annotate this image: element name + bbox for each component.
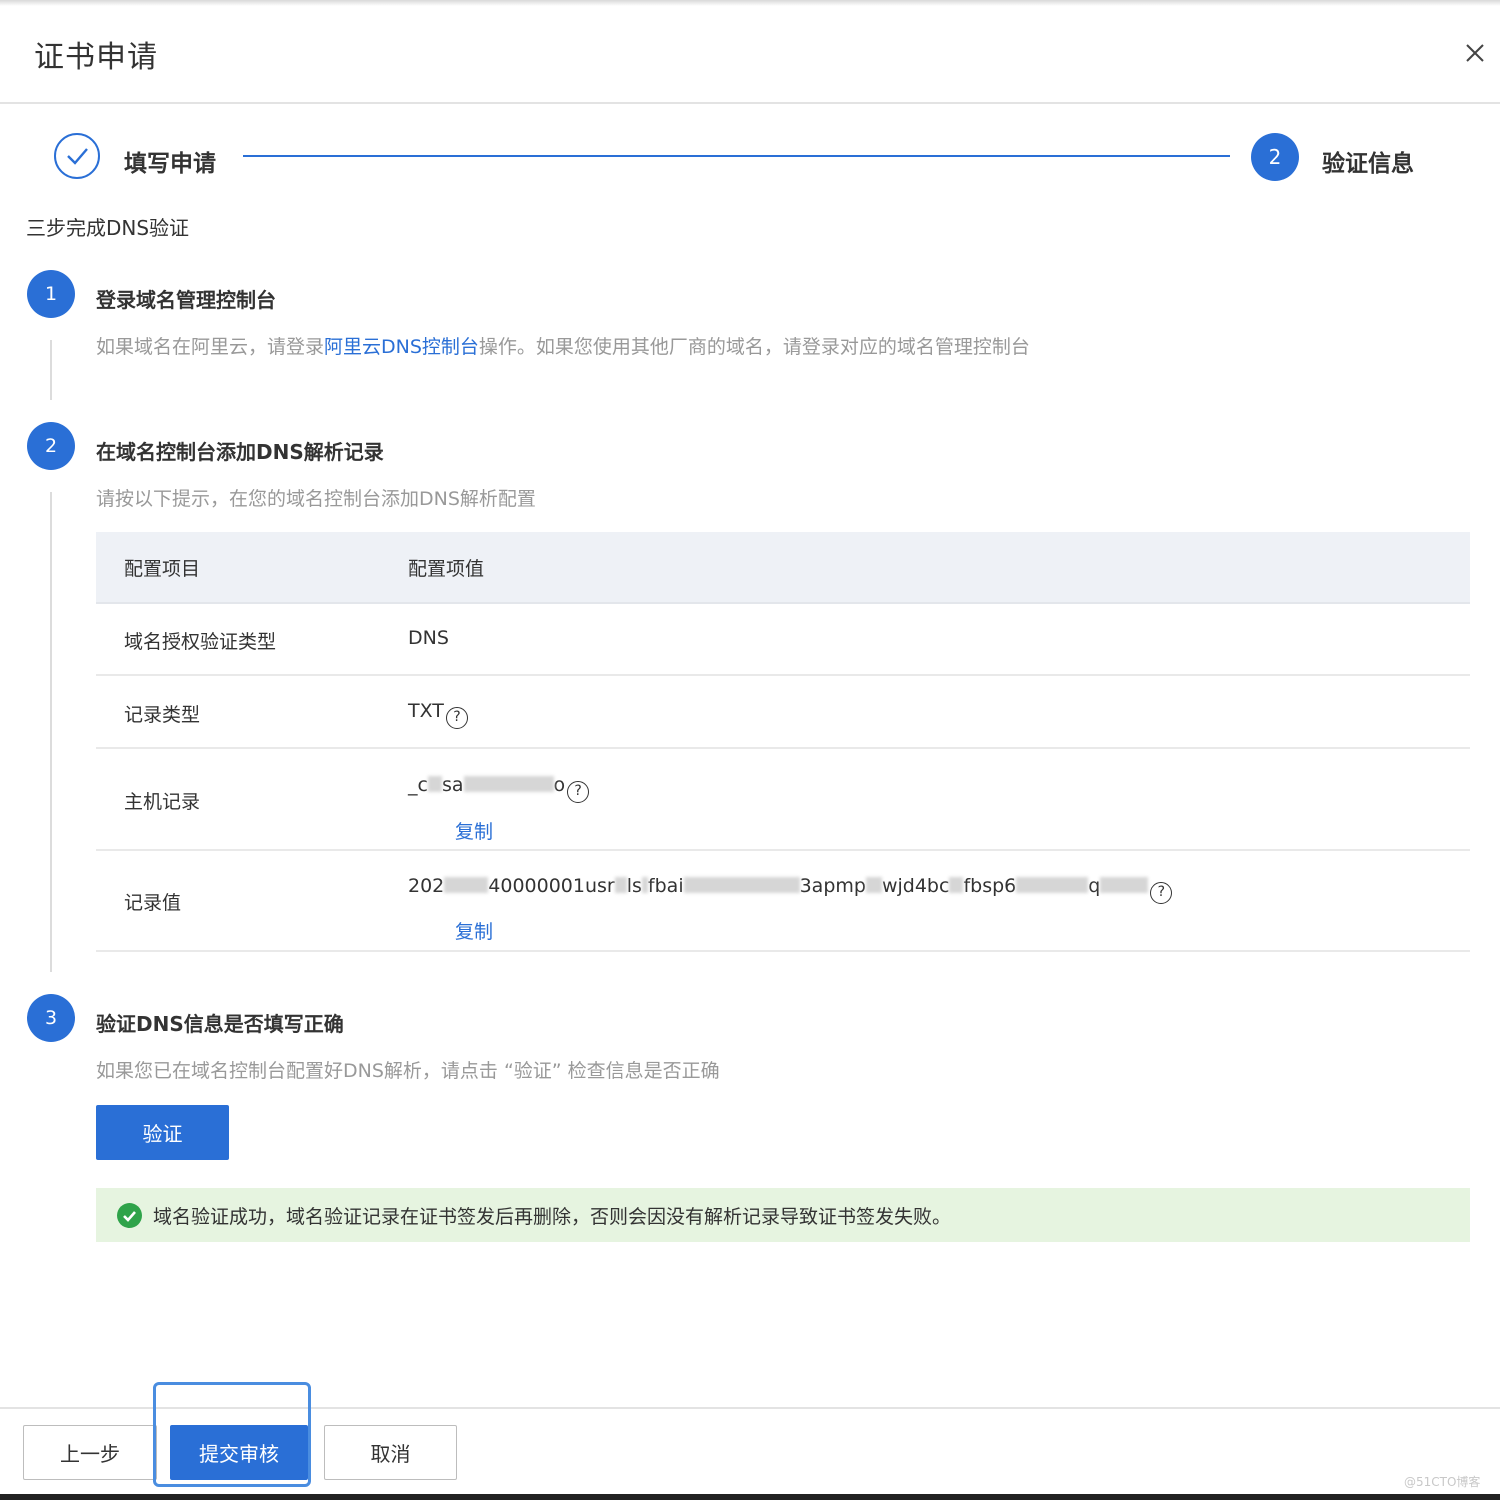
cancel-button[interactable]: 取消: [324, 1425, 457, 1480]
column-header-item: 配置项目: [124, 558, 201, 580]
success-message: 域名验证成功，域名验证记录在证书签发后再删除，否则会因没有解析记录导致证书签发失…: [153, 1206, 952, 1228]
redacted-mask: [614, 877, 627, 893]
redacted-mask: [427, 776, 442, 792]
alidns-console-link[interactable]: 阿里云DNS控制台: [324, 336, 479, 358]
record-value-part: 40000001usr: [488, 875, 615, 897]
copy-record-value-button[interactable]: 复制: [455, 917, 493, 944]
watermark: @51CTO博客: [1404, 1475, 1481, 1489]
step-2-description: 请按以下提示，在您的域名控制台添加DNS解析配置: [96, 488, 536, 510]
step-1-desc-prefix: 如果域名在阿里云，请登录: [96, 336, 325, 358]
footer-divider: [0, 1407, 1500, 1409]
record-type-value: TXT: [408, 700, 444, 722]
step-1-desc-suffix: 操作。如果您使用其他厂商的域名，请登录对应的域名管理控制台: [478, 336, 1030, 358]
redacted-mask: [444, 877, 489, 893]
close-icon: [1466, 44, 1484, 62]
wizard-step-2-indicator: 2: [1251, 133, 1299, 181]
table-row: 记录类型 TXT?: [96, 676, 1470, 749]
close-button[interactable]: [1456, 34, 1494, 72]
dns-config-table: 配置项目 配置项值 域名授权验证类型 DNS 记录类型 TXT? 主机记录 _c…: [96, 532, 1470, 952]
row-key-auth-type: 域名授权验证类型: [124, 631, 277, 653]
step-1-title: 登录域名管理控制台: [96, 288, 276, 312]
verify-button[interactable]: 验证: [96, 1105, 229, 1160]
step-1-description: 如果域名在阿里云，请登录阿里云DNS控制台操作。如果您使用其他厂商的域名，请登录…: [96, 332, 1030, 359]
record-value-part: ls: [626, 875, 642, 897]
record-value-part: 3apmp: [799, 875, 866, 897]
host-record-part: o: [553, 774, 566, 796]
row-value-record-type: TXT?: [408, 700, 468, 729]
row-value-record-value: 202 40000001usr ls fbai 3apmp wjd4bc fbsp6 q?: [408, 875, 1173, 904]
table-row: 主机记录 _c sa o? 复制: [96, 749, 1470, 851]
record-value-part: 202: [408, 875, 445, 897]
host-record-part: sa: [441, 774, 464, 796]
top-shadow: [0, 0, 1500, 6]
wizard-step-1-label: 填写申请: [124, 151, 216, 177]
host-record-part: _c: [408, 774, 428, 796]
wizard-step-1-indicator: [54, 133, 100, 179]
step-1-connector: [50, 340, 52, 400]
help-icon[interactable]: ?: [1150, 882, 1173, 904]
step-3-description: 如果您已在域名控制台配置好DNS解析，请点击 “验证” 检查信息是否正确: [96, 1060, 720, 1082]
check-mark-glyph: [123, 1211, 136, 1222]
bottom-band: [0, 1494, 1500, 1500]
redacted-mask: [865, 877, 882, 893]
dialog-title: 证书申请: [34, 40, 158, 75]
step-2-connector: [50, 492, 52, 972]
record-value-part: q: [1088, 875, 1101, 897]
redacted-mask: [463, 776, 554, 792]
column-header-value: 配置项值: [408, 558, 485, 580]
row-key-record-type: 记录类型: [124, 704, 201, 726]
wizard-step-2-label: 验证信息: [1322, 151, 1414, 177]
table-row: 记录值 202 40000001usr ls fbai 3apmp wjd4bc fbsp6…: [96, 851, 1470, 952]
step-3-title: 验证DNS信息是否填写正确: [96, 1012, 344, 1036]
record-value-part: wjd4bc: [881, 875, 950, 897]
table-header-row: 配置项目 配置项值: [96, 532, 1470, 604]
redacted-mask: [683, 877, 800, 893]
check-circle-icon: [117, 1203, 142, 1228]
redacted-mask: [1100, 877, 1149, 893]
step-3-number: 3: [27, 994, 75, 1042]
table-row: 域名授权验证类型 DNS: [96, 604, 1470, 676]
redacted-mask: [641, 877, 648, 893]
success-alert: 域名验证成功，域名验证记录在证书签发后再删除，否则会因没有解析记录导致证书签发失…: [96, 1188, 1470, 1242]
help-icon[interactable]: ?: [445, 707, 468, 729]
row-key-record-value: 记录值: [124, 892, 182, 914]
check-icon: [67, 148, 88, 165]
row-key-host-record: 主机记录: [124, 791, 201, 813]
help-icon[interactable]: ?: [567, 781, 590, 803]
section-heading: 三步完成DNS验证: [26, 216, 190, 240]
wizard-progress-line: [243, 155, 1230, 157]
redacted-mask: [949, 877, 964, 893]
step-1-number: 1: [27, 270, 75, 318]
step-2-number: 2: [27, 422, 75, 470]
submit-review-button[interactable]: 提交审核: [170, 1425, 308, 1480]
redacted-mask: [1016, 877, 1089, 893]
record-value-part: fbai: [647, 875, 684, 897]
row-value-auth-type: DNS: [408, 627, 449, 649]
record-value-part: fbsp6: [963, 875, 1017, 897]
copy-host-record-button[interactable]: 复制: [455, 817, 493, 844]
row-value-host-record: _c sa o?: [408, 774, 590, 803]
previous-step-button[interactable]: 上一步: [23, 1425, 157, 1480]
step-2-title: 在域名控制台添加DNS解析记录: [96, 440, 384, 464]
header-divider: [0, 102, 1500, 104]
